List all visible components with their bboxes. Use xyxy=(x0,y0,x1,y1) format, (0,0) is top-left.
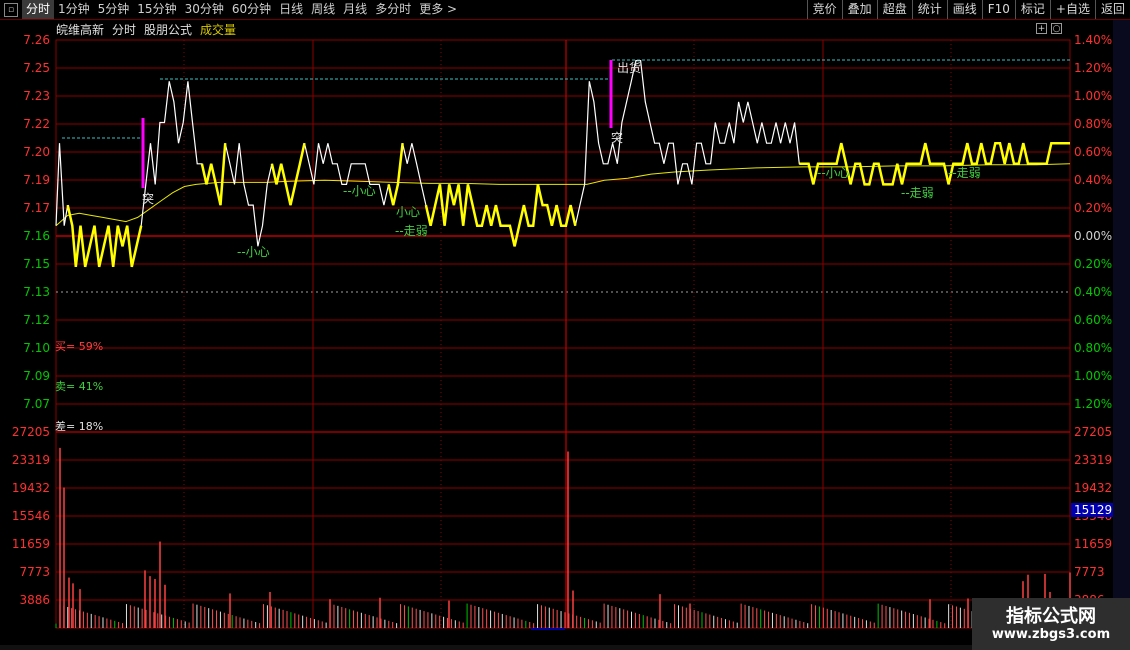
chart-border xyxy=(55,39,1071,629)
volume-highlight-value: 15129 xyxy=(1074,503,1112,517)
buy-ratio: 买= 59% xyxy=(55,340,104,353)
volume-label-left: 23319 xyxy=(12,453,50,467)
intraday-chart[interactable]: 突突出货--小心--小心小心--走弱--小心--走弱--走弱 7.267.257… xyxy=(0,0,1130,630)
side-panel-strip[interactable] xyxy=(1113,20,1130,630)
status-strip xyxy=(0,645,972,650)
volume-label-left: 15546 xyxy=(12,509,50,523)
xiaoxin-label-4: --小心 xyxy=(817,166,850,180)
price-label-left: 7.16 xyxy=(23,229,50,243)
chart-grid xyxy=(55,39,1071,629)
percent-label-right: 1.20% xyxy=(1074,397,1112,411)
percent-label-right: 1.00% xyxy=(1074,89,1112,103)
zouruo-label-1: --走弱 xyxy=(395,224,428,238)
zouruo-label-2: --走弱 xyxy=(901,186,934,200)
percent-label-right: 1.20% xyxy=(1074,61,1112,75)
diff-ratio: 差= 18% xyxy=(55,420,104,433)
percent-label-right: 0.80% xyxy=(1074,341,1112,355)
chuhuo-label: 出货 xyxy=(617,60,641,75)
percent-label-right: 0.60% xyxy=(1074,145,1112,159)
tu-label-2: 突 xyxy=(611,130,623,145)
highlight-segment xyxy=(424,184,577,247)
price-label-left: 7.09 xyxy=(23,369,50,383)
volume-label-left: 27205 xyxy=(12,425,50,439)
xiaoxin-label-1: --小心 xyxy=(237,245,270,259)
price-label-left: 7.25 xyxy=(23,61,50,75)
volume-label-right: 19432 xyxy=(1074,481,1112,495)
price-label-left: 7.07 xyxy=(23,397,50,411)
volume-label-left: 11659 xyxy=(12,537,50,551)
price-label-left: 7.20 xyxy=(23,145,50,159)
price-label-left: 7.22 xyxy=(23,117,50,131)
volume-label-left: 7773 xyxy=(19,565,50,579)
percent-label-right: 0.40% xyxy=(1074,285,1112,299)
logo-text: 指标公式网 xyxy=(1006,606,1096,627)
volume-label-right: 7773 xyxy=(1074,565,1105,579)
percent-label-right: 0.20% xyxy=(1074,257,1112,271)
percent-label-right: 0.60% xyxy=(1074,313,1112,327)
site-logo: 指标公式网 www.zbgs3.com xyxy=(972,598,1130,650)
percent-label-right: 1.40% xyxy=(1074,33,1112,47)
logo-url: www.zbgs3.com xyxy=(991,627,1111,642)
sell-ratio: 卖= 41% xyxy=(55,380,104,393)
price-label-left: 7.26 xyxy=(23,33,50,47)
price-label-left: 7.15 xyxy=(23,257,50,271)
axis-labels: 7.26 7.25 7.23 7.22 7.20 7.19 7.17 7.16 7.15 7.13… xyxy=(12,33,1113,630)
percent-label-right: 0.20% xyxy=(1074,201,1112,215)
price-label-left: 7.17 xyxy=(23,201,50,215)
highlight-segments xyxy=(66,141,1070,268)
xiaoxin-label-2: --小心 xyxy=(343,184,376,198)
percent-label-right: 1.00% xyxy=(1074,369,1112,383)
volume-label-left: 19432 xyxy=(12,481,50,495)
volume-label-right: 23319 xyxy=(1074,453,1112,467)
volume-bars xyxy=(55,447,1071,628)
volume-label-right: 27205 xyxy=(1074,425,1112,439)
percent-label-right: 0.80% xyxy=(1074,117,1112,131)
volume-label-right: 11659 xyxy=(1074,537,1112,551)
price-label-left: 7.13 xyxy=(23,285,50,299)
price-label-left: 7.12 xyxy=(23,313,50,327)
price-label-left: 7.23 xyxy=(23,89,50,103)
volume-label-left: 3886 xyxy=(19,593,50,607)
price-label-left: 7.10 xyxy=(23,341,50,355)
percent-label-right: 0.00% xyxy=(1074,229,1112,243)
percent-label-right: 0.40% xyxy=(1074,173,1112,187)
xiaoxin-label-3: 小心 xyxy=(396,205,420,219)
price-label-left: 7.19 xyxy=(23,173,50,187)
tu-label-1: 突 xyxy=(142,191,154,206)
zouruo-label-3: --走弱 xyxy=(948,166,981,180)
